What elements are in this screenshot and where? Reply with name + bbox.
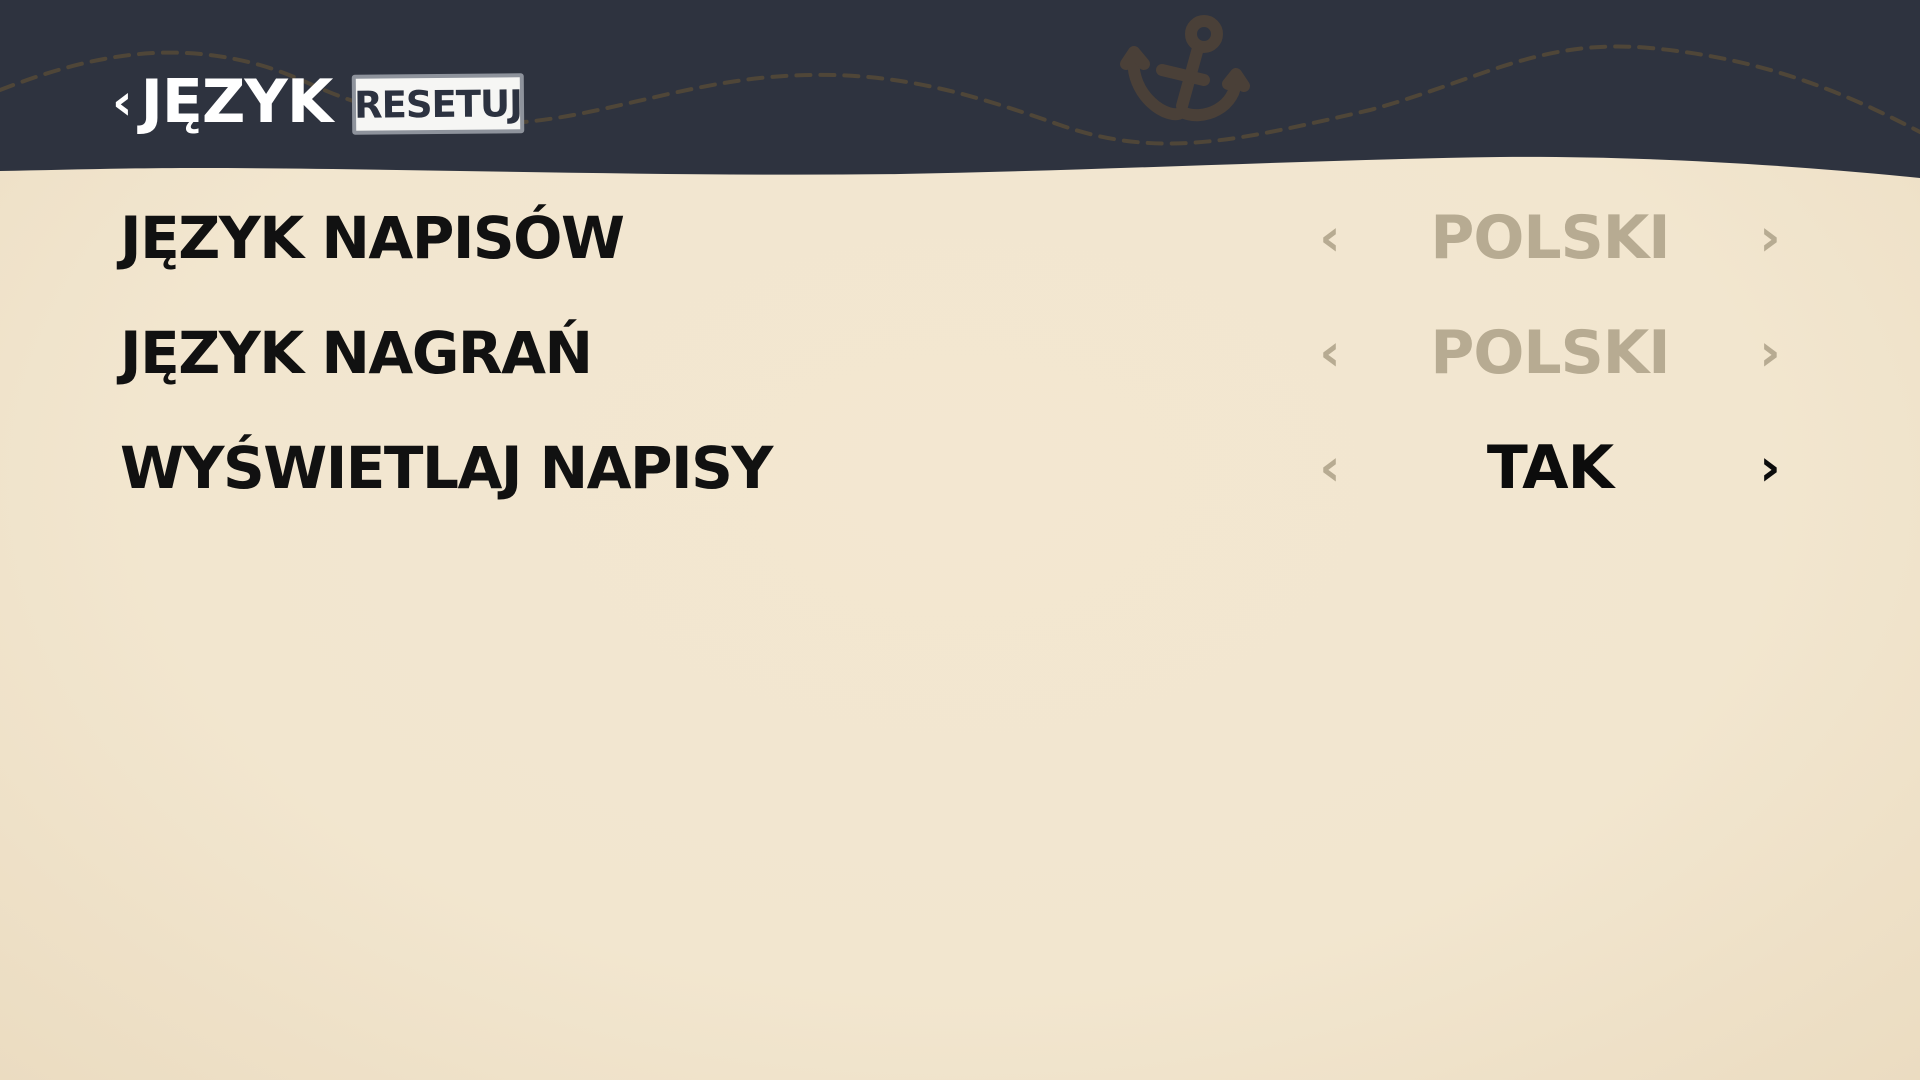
language-settings-screen: ‹ JĘZYK RESETUJ JĘZYK NAPISÓW ‹ POLSKI ›… [0, 0, 1920, 1080]
audio-language-selector: ‹ POLSKI › [1300, 295, 1800, 410]
chevron-right-icon[interactable]: › [1740, 295, 1800, 410]
setting-row-subtitle-language: JĘZYK NAPISÓW ‹ POLSKI › [120, 180, 1820, 295]
chevron-right-icon[interactable]: › [1740, 410, 1800, 525]
setting-label: WYŚWIETLAJ NAPISY [120, 433, 773, 502]
show-subtitles-selector: ‹ TAK › [1300, 410, 1800, 525]
setting-value: POLSKI [1430, 317, 1670, 388]
chevron-left-icon: ‹ [112, 73, 133, 131]
settings-list: JĘZYK NAPISÓW ‹ POLSKI › JĘZYK NAGRAŃ ‹ … [120, 180, 1820, 525]
setting-row-show-subtitles: WYŚWIETLAJ NAPISY ‹ TAK › [120, 410, 1820, 525]
setting-label: JĘZYK NAGRAŃ [120, 318, 593, 387]
page-title: JĘZYK [140, 67, 334, 137]
chevron-left-icon[interactable]: ‹ [1300, 410, 1360, 525]
reset-button[interactable]: RESETUJ [351, 73, 525, 135]
setting-value: TAK [1486, 432, 1614, 503]
subtitle-language-selector: ‹ POLSKI › [1300, 180, 1800, 295]
back-button[interactable]: ‹ JĘZYK [112, 62, 334, 142]
chevron-left-icon[interactable]: ‹ [1300, 180, 1360, 295]
setting-value: POLSKI [1430, 202, 1670, 273]
chevron-left-icon[interactable]: ‹ [1300, 295, 1360, 410]
setting-label: JĘZYK NAPISÓW [120, 203, 625, 272]
chevron-right-icon[interactable]: › [1740, 180, 1800, 295]
setting-row-audio-language: JĘZYK NAGRAŃ ‹ POLSKI › [120, 295, 1820, 410]
